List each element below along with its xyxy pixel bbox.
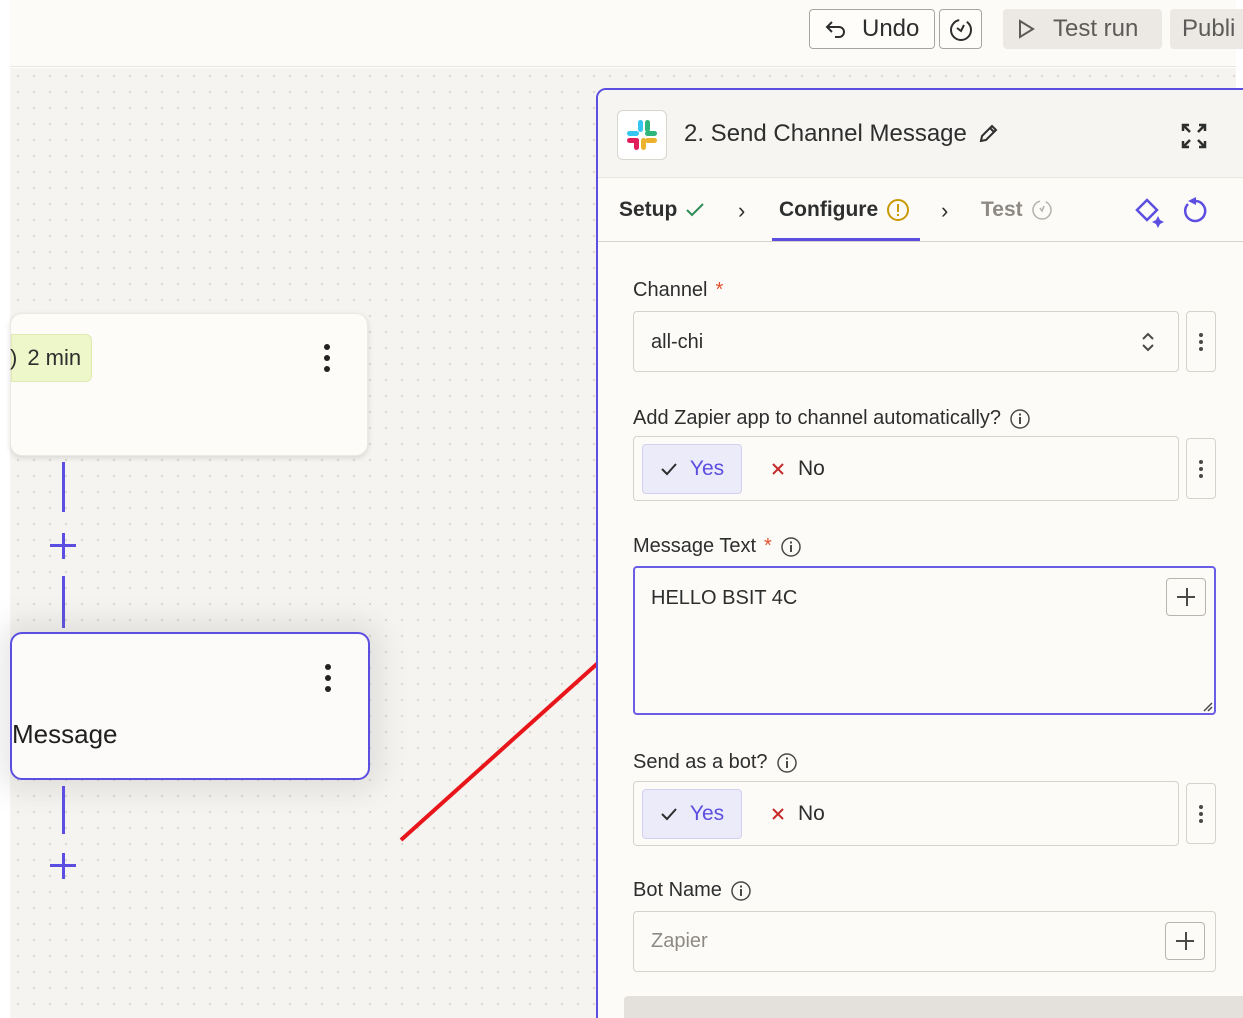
checkmark-icon bbox=[686, 203, 705, 217]
bot-name-label-text: Bot Name bbox=[633, 879, 722, 901]
checkmark-icon bbox=[661, 463, 677, 476]
info-icon[interactable] bbox=[776, 752, 798, 774]
info-icon[interactable] bbox=[780, 536, 802, 558]
channel-label-text: Channel bbox=[633, 279, 708, 301]
panel-title-text: 2. Send Channel Message bbox=[684, 120, 967, 147]
warning-circle-icon bbox=[887, 199, 910, 221]
panel-header: 2. Send Channel Message bbox=[598, 90, 1243, 178]
x-icon bbox=[772, 808, 784, 820]
message-text-label: Message Text * bbox=[633, 535, 802, 558]
active-tab-indicator bbox=[772, 238, 920, 241]
required-mark: * bbox=[764, 535, 772, 557]
step-config-panel: 2. Send Channel Message Setup › Configur… bbox=[596, 88, 1243, 1018]
no-label: No bbox=[798, 802, 825, 825]
yes-label: Yes bbox=[689, 802, 725, 825]
add-app-no-button[interactable]: No bbox=[770, 444, 825, 494]
bot-name-input[interactable]: Zapier bbox=[633, 911, 1216, 972]
refresh-icon[interactable] bbox=[1182, 196, 1210, 226]
tab-configure[interactable]: Configure bbox=[779, 198, 910, 222]
insert-data-plus-icon[interactable] bbox=[1165, 922, 1205, 960]
info-icon[interactable] bbox=[1009, 408, 1031, 430]
add-app-toggle-group: Yes No bbox=[633, 436, 1179, 501]
message-text-label-text: Message Text bbox=[633, 535, 757, 557]
checkmark-icon bbox=[661, 808, 677, 821]
timer-icon bbox=[1031, 200, 1052, 220]
tab-setup-label: Setup bbox=[619, 198, 678, 221]
resize-handle-icon[interactable] bbox=[1201, 700, 1213, 712]
insert-data-plus-icon[interactable] bbox=[1166, 578, 1206, 616]
send-as-bot-no-button[interactable]: No bbox=[770, 789, 825, 839]
field-options-icon[interactable] bbox=[1186, 311, 1216, 372]
bot-name-label: Bot Name bbox=[633, 879, 752, 902]
continue-button[interactable] bbox=[624, 996, 1243, 1018]
select-updown-icon bbox=[1142, 332, 1154, 352]
field-options-icon[interactable] bbox=[1186, 783, 1216, 844]
required-mark: * bbox=[715, 279, 724, 301]
message-text-value: HELLO BSIT 4C bbox=[651, 587, 798, 609]
step-tabs: Setup › Configure › Test bbox=[598, 178, 1243, 242]
send-as-bot-label: Send as a bot? bbox=[633, 751, 798, 774]
chevron-right-icon: › bbox=[738, 198, 746, 223]
expand-icon[interactable] bbox=[1180, 122, 1208, 150]
tab-test[interactable]: Test bbox=[981, 198, 1053, 222]
channel-select[interactable]: all-chi bbox=[633, 311, 1179, 372]
chevron-right-icon: › bbox=[941, 198, 949, 223]
no-label: No bbox=[798, 457, 825, 480]
channel-value: all-chi bbox=[651, 331, 704, 353]
message-text-input[interactable]: HELLO BSIT 4C bbox=[633, 566, 1216, 715]
add-app-label: Add Zapier app to channel automatically? bbox=[633, 407, 1031, 430]
send-as-bot-toggle-group: Yes No bbox=[633, 781, 1179, 846]
info-icon[interactable] bbox=[730, 880, 752, 902]
add-app-yes-button[interactable]: Yes bbox=[642, 444, 742, 494]
bot-name-placeholder: Zapier bbox=[651, 930, 708, 952]
tab-configure-label: Configure bbox=[779, 198, 879, 221]
field-options-icon[interactable] bbox=[1186, 438, 1216, 499]
send-as-bot-yes-button[interactable]: Yes bbox=[642, 789, 742, 839]
x-icon bbox=[772, 463, 784, 475]
edit-pencil-icon[interactable] bbox=[977, 123, 999, 145]
ai-sparkle-icon[interactable] bbox=[1133, 196, 1165, 228]
add-app-label-text: Add Zapier app to channel automatically? bbox=[633, 407, 1002, 429]
panel-title[interactable]: 2. Send Channel Message bbox=[684, 120, 999, 148]
yes-label: Yes bbox=[689, 457, 725, 480]
tab-setup[interactable]: Setup bbox=[619, 198, 705, 222]
tab-test-label: Test bbox=[981, 198, 1023, 221]
slack-logo-icon bbox=[617, 110, 667, 160]
channel-label: Channel * bbox=[633, 279, 723, 302]
send-as-bot-label-text: Send as a bot? bbox=[633, 751, 768, 773]
